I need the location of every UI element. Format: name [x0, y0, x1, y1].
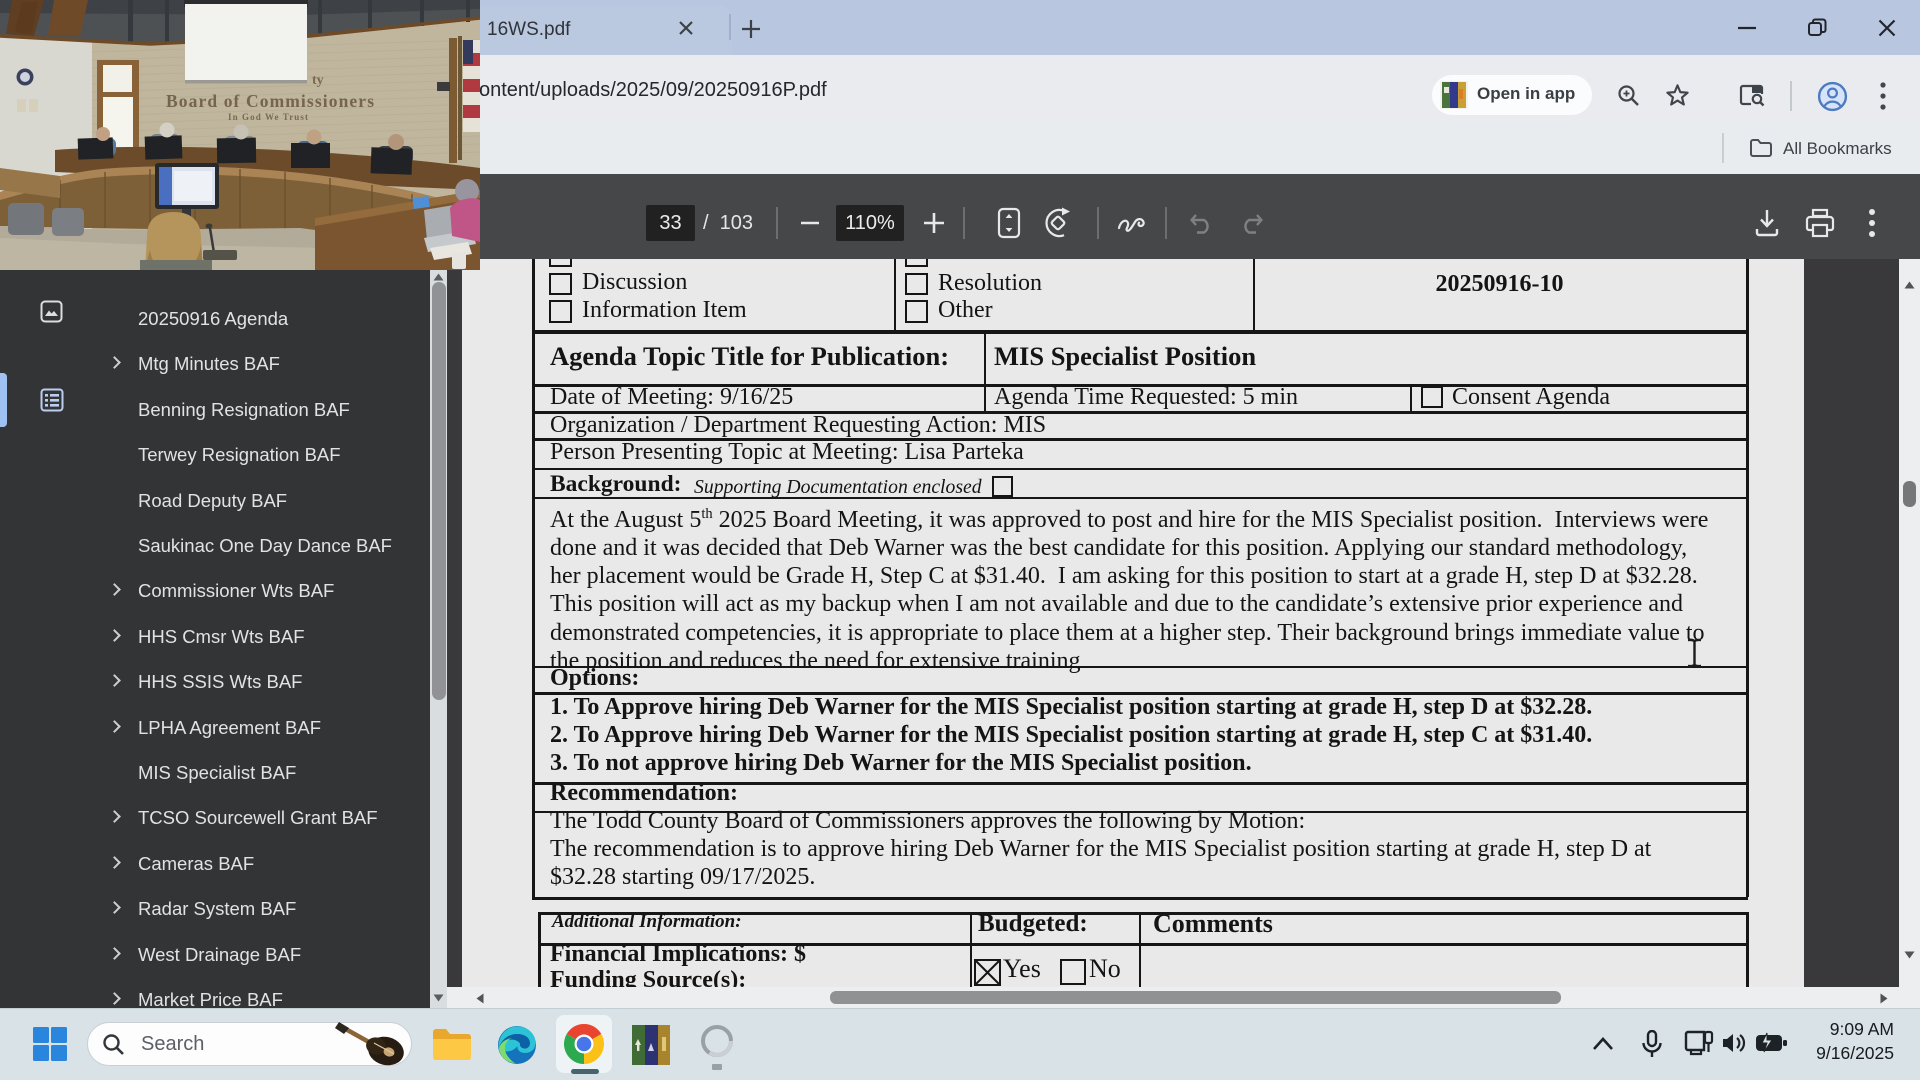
svg-text:ty: ty — [312, 73, 324, 88]
svg-text:In God We Trust: In God We Trust — [228, 112, 308, 122]
svg-text:Board of Commissioners: Board of Commissioners — [166, 91, 374, 111]
